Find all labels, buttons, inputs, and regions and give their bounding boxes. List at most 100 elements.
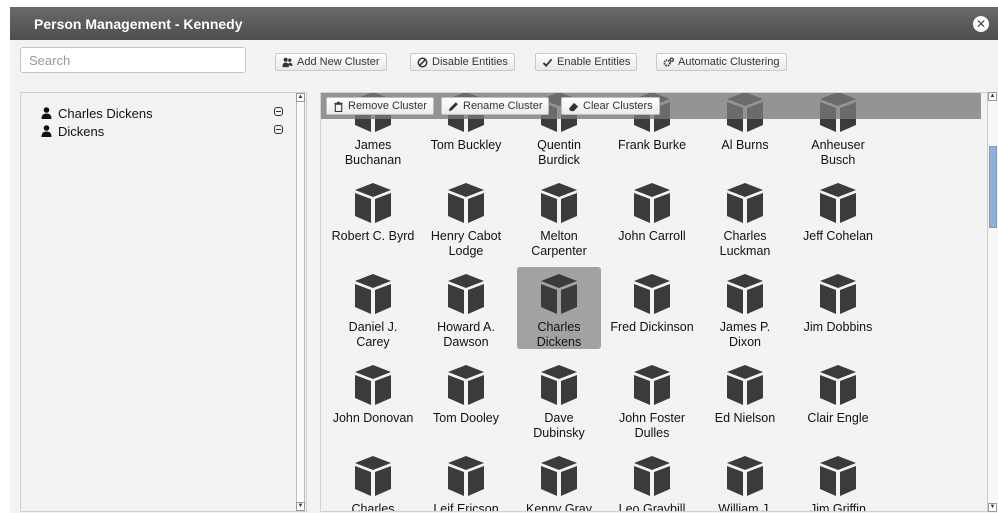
entity-name-line2: Carey [356,335,390,349]
disable-entities-label: Disable Entities [432,56,508,68]
entity-name-line2: Carpenter [531,244,587,258]
tree-item-label: Dickens [58,123,105,139]
cluster-toolbar: Remove Cluster Rename Cluster Clear Clus… [321,93,981,119]
scroll-down-icon[interactable]: ▼ [296,502,305,511]
entity-name: Tom Buckley [418,138,514,153]
entity-name-line2: Burdick [538,153,580,167]
entity-name: Henry Cabot Lodge [418,229,514,259]
entity-item[interactable]: Leif Ericson [424,449,508,511]
enable-entities-button[interactable]: Enable Entities [535,53,638,71]
remove-cluster-label: Remove Cluster [348,100,427,112]
entity-item[interactable]: Clair Engle [796,358,880,440]
cube-icon [541,456,577,496]
cluster-tree-panel: Charles Dickens Dickens ▲ ▼ [20,92,307,512]
entity-item[interactable]: Charles [331,449,415,511]
entity-name-line1: James [354,138,392,152]
entity-name-line1: Jim Dobbins [803,320,873,334]
entity-name-line1: John Donovan [332,411,414,425]
entity-item[interactable]: Jim Dobbins [796,267,880,349]
entity-name: Howard A. Dawson [418,320,514,350]
entity-item[interactable]: Fred Dickinson [610,267,694,349]
collapse-icon[interactable] [274,125,283,134]
automatic-clustering-button[interactable]: Automatic Clustering [656,53,787,71]
cube-icon [634,183,670,223]
entity-item[interactable]: Jeff Cohelan [796,176,880,258]
cube-icon [634,274,670,314]
cube-icon [727,456,763,496]
entity-item[interactable]: Daniel J. Carey [331,267,415,349]
automatic-clustering-label: Automatic Clustering [678,56,780,68]
cube-icon [448,274,484,314]
entity-name-line2: Buchanan [344,153,402,167]
entity-name: Fred Dickinson [604,320,700,335]
scroll-down-icon[interactable]: ▼ [988,503,997,512]
entity-item[interactable]: Henry Cabot Lodge [424,176,508,258]
entity-name-line1: Charles [537,320,581,334]
scroll-thumb[interactable] [989,146,997,228]
entity-name-line1: Clair Engle [807,411,869,425]
entity-item[interactable]: Ed Nielson [703,358,787,440]
entity-name-line1: Tom Buckley [430,138,502,152]
entity-item[interactable]: William J. [703,449,787,511]
entity-name-line1: Charles [723,229,767,243]
entity-item[interactable]: Charles Luckman [703,176,787,258]
entity-name-line2: Dickens [536,335,582,349]
entity-item[interactable]: John Donovan [331,358,415,440]
entity-name-line1: Fred Dickinson [610,320,694,334]
entity-name-line1: Jim Griffin [809,502,867,512]
rename-cluster-button[interactable]: Rename Cluster [441,97,550,115]
scroll-up-icon[interactable]: ▲ [296,93,305,102]
entity-item[interactable]: Leo Graybill [610,449,694,511]
disable-entities-button[interactable]: Disable Entities [410,53,515,71]
entity-name-line1: John Carroll [618,229,686,243]
entity-name: Jim Griffin [790,502,886,512]
entity-name: Clair Engle [790,411,886,426]
entity-item[interactable]: Charles Dickens [517,267,601,349]
tree-item-charles-dickens[interactable]: Charles Dickens [41,105,291,121]
entity-item[interactable]: Howard A. Dawson [424,267,508,349]
entity-grid-scrollbar[interactable]: ▲ ▼ [987,92,998,512]
entity-name: William J. [697,502,793,511]
entity-name: Jim Dobbins [790,320,886,335]
entity-name-line1: Charles [351,502,395,512]
collapse-icon[interactable] [274,107,283,116]
entity-item[interactable]: Dave Dubinsky [517,358,601,440]
entity-name: Melton Carpenter [511,229,607,259]
entity-name-line1: James P. [719,320,771,334]
person-management-dialog: Person Management - Kennedy ✕ Add New Cl… [10,7,998,513]
entity-name-line2: Dubinsky [533,426,585,440]
entity-name-line2: Dixon [729,335,761,349]
entity-name: Anheuser Busch [790,138,886,168]
clear-clusters-button[interactable]: Clear Clusters [561,97,660,115]
entity-item[interactable]: Jim Griffin [796,449,880,511]
cube-icon [448,365,484,405]
cube-icon [355,183,391,223]
entity-name-line1: Melton [540,229,578,243]
tree-item-dickens[interactable]: Dickens [41,123,291,139]
entity-name: Dave Dubinsky [511,411,607,441]
entity-item[interactable]: James P. Dixon [703,267,787,349]
eraser-icon [568,102,579,111]
entity-name: James P. Dixon [697,320,793,350]
cube-icon [820,365,856,405]
entity-item[interactable]: John Foster Dulles [610,358,694,440]
entity-item[interactable]: Kenny Gray [517,449,601,511]
entity-name-line1: Ed Nielson [714,411,776,425]
close-icon[interactable]: ✕ [973,16,989,32]
entity-item[interactable]: John Carroll [610,176,694,258]
entity-item[interactable]: Melton Carpenter [517,176,601,258]
scroll-up-icon[interactable]: ▲ [988,92,997,101]
entity-name: Quentin Burdick [511,138,607,168]
add-new-cluster-button[interactable]: Add New Cluster [275,53,387,71]
users-add-icon [282,57,293,67]
entity-item[interactable]: Tom Dooley [424,358,508,440]
entity-item[interactable]: Robert C. Byrd [331,176,415,258]
entity-name-line1: Al Burns [721,138,769,152]
entity-name: Daniel J. Carey [325,320,421,350]
entity-name-line1: Jeff Cohelan [803,229,873,243]
rename-cluster-label: Rename Cluster [463,100,543,112]
entity-name-line1: Kenny Gray [525,502,592,512]
tree-scrollbar[interactable]: ▲ ▼ [296,93,305,511]
remove-cluster-button[interactable]: Remove Cluster [326,97,434,115]
search-input[interactable] [20,47,246,73]
